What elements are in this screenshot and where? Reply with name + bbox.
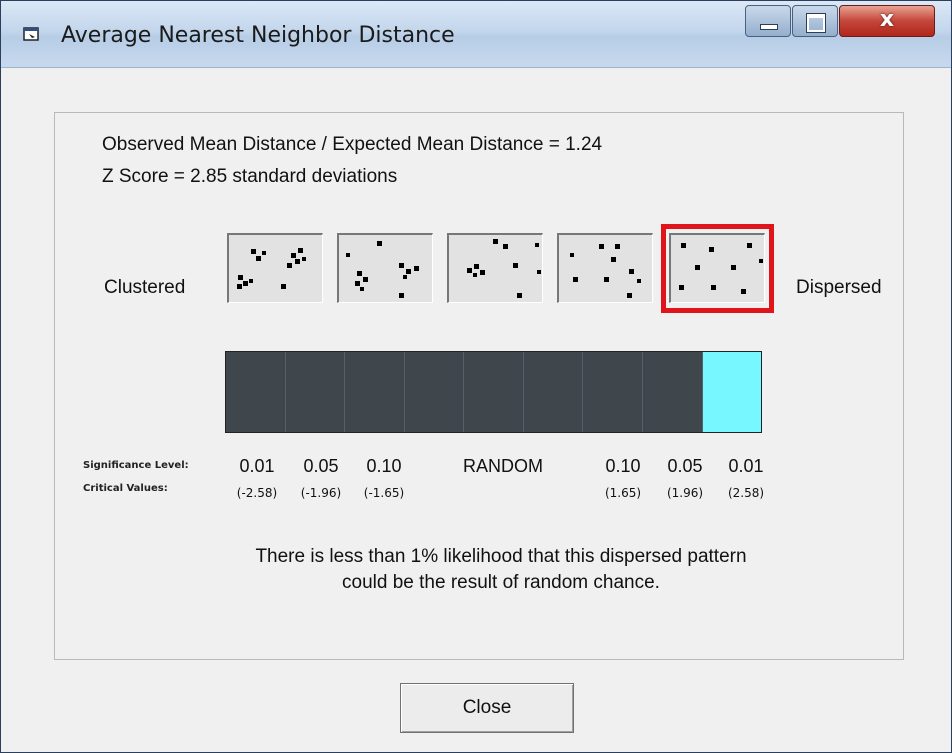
level-value: 0.05 bbox=[667, 456, 703, 476]
result-message: There is less than 1% likelihood that th… bbox=[181, 544, 821, 596]
critical-value: (-1.96) bbox=[300, 486, 342, 500]
level-value: 0.01 bbox=[728, 456, 764, 476]
significance-scale-bar bbox=[225, 351, 762, 433]
close-button[interactable]: Close bbox=[400, 683, 574, 733]
scale-segment bbox=[523, 352, 584, 432]
close-window-button[interactable]: x bbox=[839, 5, 935, 37]
semi-dispersed-dots-icon bbox=[570, 244, 641, 298]
minimize-icon bbox=[760, 24, 778, 30]
dialog-window: Average Nearest Neighbor Distance x Obse… bbox=[0, 0, 952, 753]
critical-value: (1.65) bbox=[604, 486, 642, 500]
maximize-button[interactable] bbox=[792, 5, 838, 37]
close-icon: x bbox=[879, 7, 895, 32]
critical-value: (-1.65) bbox=[363, 486, 405, 500]
result-message-line: could be the result of random chance. bbox=[342, 572, 660, 593]
pattern-thumbnail-4 bbox=[557, 233, 653, 303]
selected-pattern-highlight bbox=[661, 224, 774, 313]
scale-segment bbox=[583, 352, 643, 432]
level-value: 0.10 bbox=[366, 456, 402, 476]
significance-level-header: Significance Level: bbox=[83, 460, 189, 471]
title-bar[interactable]: Average Nearest Neighbor Distance x bbox=[1, 1, 951, 68]
scale-segment bbox=[226, 352, 286, 432]
critical-value: (1.96) bbox=[666, 486, 704, 500]
scale-segment bbox=[285, 352, 346, 432]
clustered-dots-icon bbox=[237, 248, 306, 289]
pattern-thumbnail-clustered bbox=[227, 233, 323, 303]
level-value: 0.01 bbox=[239, 456, 275, 476]
critical-values-header: Critical Values: bbox=[83, 483, 168, 494]
random-label: RANDOM bbox=[463, 456, 543, 476]
critical-value: (2.58) bbox=[727, 486, 765, 500]
scale-segment-active bbox=[702, 352, 762, 432]
minimize-button[interactable] bbox=[745, 5, 791, 37]
dispersed-label: Dispersed bbox=[796, 277, 882, 298]
pattern-thumbnail-random bbox=[447, 233, 543, 303]
pattern-thumbnail-2 bbox=[337, 233, 433, 303]
ratio-text: Observed Mean Distance / Expected Mean D… bbox=[102, 134, 603, 155]
critical-value: (-2.58) bbox=[236, 486, 278, 500]
maximize-icon bbox=[806, 13, 826, 33]
result-message-line: There is less than 1% likelihood that th… bbox=[255, 546, 747, 567]
level-value: 0.05 bbox=[303, 456, 339, 476]
scale-segment bbox=[642, 352, 703, 432]
random-dots-icon bbox=[467, 239, 541, 298]
scale-segment bbox=[464, 352, 524, 432]
app-icon bbox=[23, 27, 39, 41]
level-value: 0.10 bbox=[605, 456, 641, 476]
window-title: Average Nearest Neighbor Distance bbox=[61, 23, 455, 48]
semi-clustered-dots-icon bbox=[346, 241, 419, 298]
zscore-text: Z Score = 2.85 standard deviations bbox=[102, 166, 398, 187]
scale-segment bbox=[345, 352, 405, 432]
scale-segment bbox=[404, 352, 465, 432]
clustered-label: Clustered bbox=[104, 277, 186, 298]
